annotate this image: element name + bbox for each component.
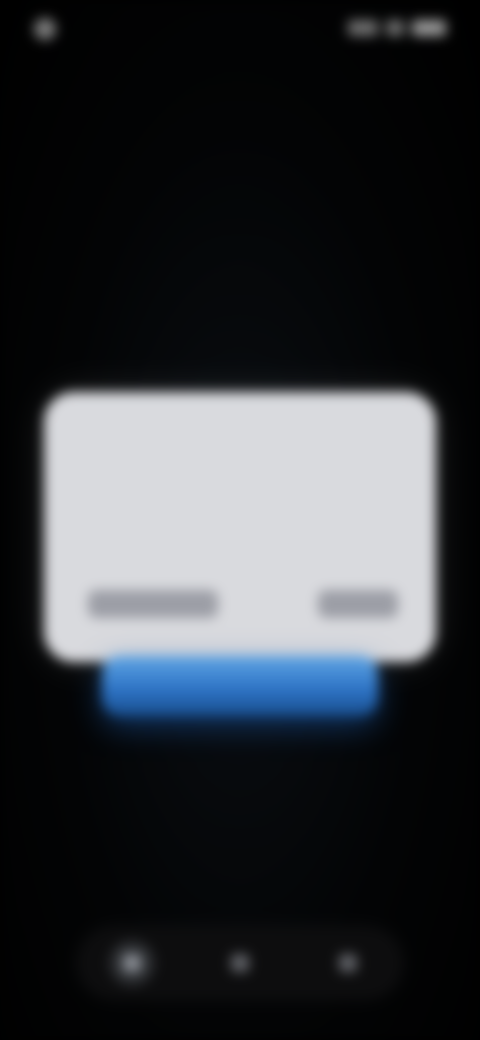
nav-item-grid[interactable] xyxy=(217,940,263,986)
status-left xyxy=(34,18,62,40)
dialog xyxy=(44,392,436,662)
primary-action-button[interactable] xyxy=(102,656,378,716)
screen xyxy=(0,0,480,1040)
grid-icon xyxy=(231,954,249,972)
dialog-actions xyxy=(88,584,398,624)
nav-item-home[interactable] xyxy=(109,940,155,986)
signal-icon xyxy=(348,20,378,36)
status-bar xyxy=(0,0,480,60)
app-indicator-icon xyxy=(34,18,56,40)
battery-icon xyxy=(412,20,446,36)
status-icons xyxy=(348,20,446,36)
dialog-primary-button[interactable] xyxy=(88,590,218,618)
person-icon xyxy=(339,954,357,972)
bottom-nav xyxy=(78,928,402,998)
dialog-secondary-button[interactable] xyxy=(318,590,398,618)
wifi-icon xyxy=(386,20,404,36)
home-icon xyxy=(123,954,141,972)
nav-item-person[interactable] xyxy=(325,940,371,986)
